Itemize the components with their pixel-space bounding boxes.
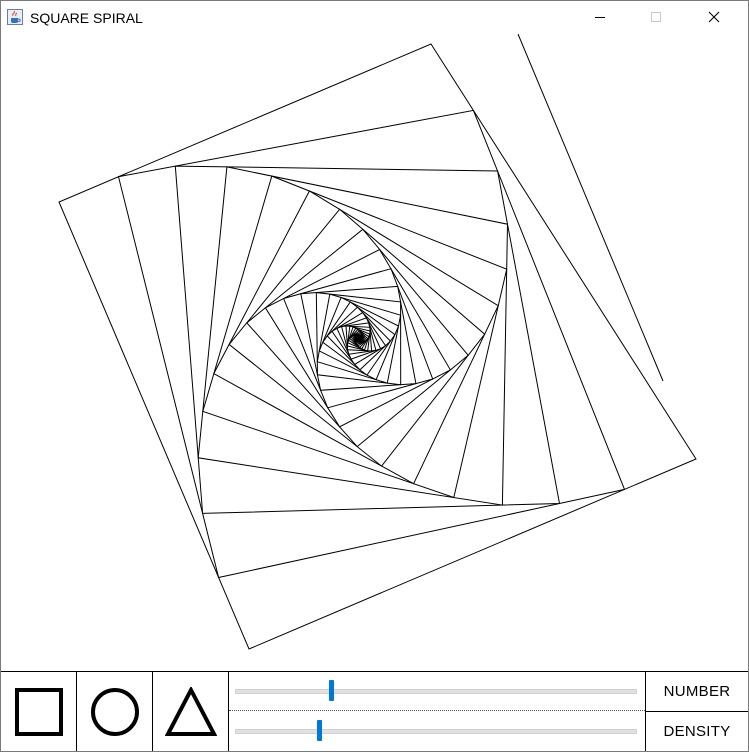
window-title: SQUARE SPIRAL xyxy=(30,10,143,26)
triangle-button[interactable] xyxy=(153,672,229,751)
maximize-icon xyxy=(651,12,661,22)
spiral-canvas xyxy=(58,34,697,650)
number-slider-track[interactable] xyxy=(235,689,637,694)
minimize-icon xyxy=(595,17,605,18)
number-label: NUMBER xyxy=(646,672,748,712)
square-icon xyxy=(14,688,63,736)
spiral-square xyxy=(58,43,697,650)
minimize-button[interactable] xyxy=(577,1,623,33)
close-icon xyxy=(708,11,720,23)
number-slider[interactable] xyxy=(229,672,645,711)
java-cup-icon xyxy=(7,9,23,25)
circle-button[interactable] xyxy=(77,672,153,751)
density-slider[interactable] xyxy=(229,712,645,750)
close-button[interactable] xyxy=(691,1,737,33)
square-button[interactable] xyxy=(1,672,77,751)
circle-icon xyxy=(90,688,139,736)
slider-group xyxy=(229,672,646,751)
spiral-square xyxy=(357,337,360,340)
maximize-button[interactable] xyxy=(633,1,679,33)
spiral-edge-line xyxy=(517,34,664,382)
triangle-icon xyxy=(164,687,217,736)
slider-labels: NUMBER DENSITY xyxy=(646,672,748,751)
control-panel: NUMBER DENSITY xyxy=(1,671,748,751)
app-window: SQUARE SPIRAL NUMBER DENSITY xyxy=(0,0,749,752)
density-slider-thumb[interactable] xyxy=(317,720,323,741)
density-label: DENSITY xyxy=(663,723,731,740)
number-slider-thumb[interactable] xyxy=(329,680,335,701)
density-slider-track[interactable] xyxy=(235,729,637,734)
title-bar[interactable]: SQUARE SPIRAL xyxy=(1,1,748,34)
